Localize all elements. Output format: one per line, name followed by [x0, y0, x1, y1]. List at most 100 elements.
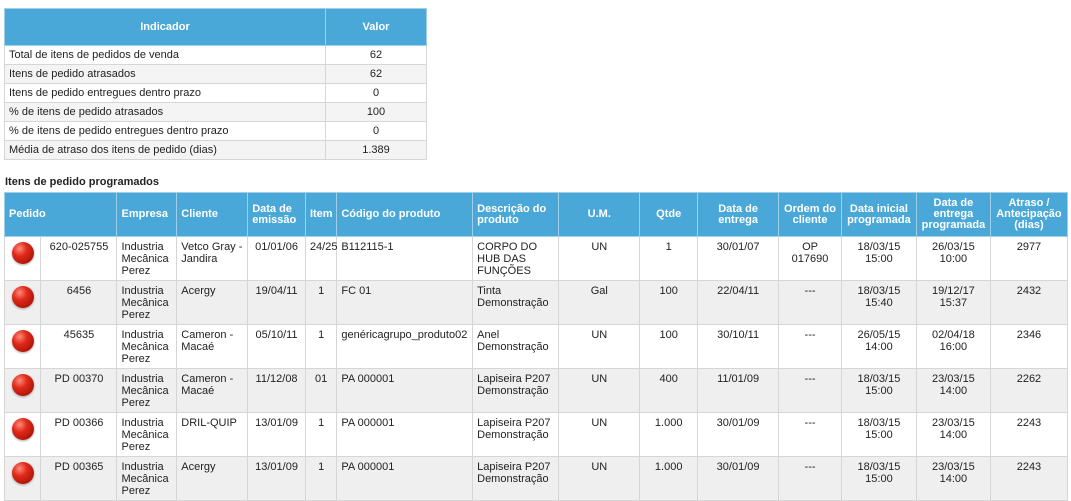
col-pedido[interactable]: Pedido: [3, 192, 118, 237]
table-row[interactable]: 45635 Industria Mecânica Perez Cameron - M…: [3, 324, 1069, 369]
indicator-row: Média de atraso dos itens de pedido (dia…: [4, 140, 427, 160]
table-row[interactable]: 620-025755 Industria Mecânica Perez Vetco …: [3, 236, 1069, 281]
cell-product-code: B112115-1: [336, 236, 474, 281]
status-cell: [3, 324, 42, 369]
cell-client: Acergy: [176, 280, 249, 325]
col-qtde[interactable]: Qtde: [639, 192, 699, 237]
cell-company: Industria Mecânica Perez: [116, 236, 178, 281]
col-cliente[interactable]: Cliente: [176, 192, 249, 237]
cell-company: Industria Mecânica Perez: [116, 324, 178, 369]
cell-delay-days: 2432: [989, 280, 1069, 325]
status-red-icon: [11, 286, 34, 308]
status-red-icon: [11, 462, 34, 484]
cell-product-code: PA 000001: [336, 412, 474, 457]
cell-product-code: genéricagrupo_produto02: [336, 324, 474, 369]
table-row[interactable]: 6456 Industria Mecânica Perez Acergy 19/04/…: [3, 280, 1069, 325]
col-data-entrega-programada[interactable]: Data de entrega programada: [915, 192, 991, 237]
cell-delivery-date: 30/01/09: [697, 412, 780, 457]
status-red-icon: [11, 374, 34, 396]
cell-scheduled-delivery: 23/03/15 14:00: [915, 456, 991, 501]
cell-unit: UN: [558, 412, 641, 457]
cell-scheduled-start: 18/03/15 15:00: [840, 456, 917, 501]
table-row[interactable]: PD 00365 Industria Mecânica Perez Acergy 13…: [3, 456, 1069, 501]
cell-issue-date: 01/01/06: [247, 236, 306, 281]
cell-unit: UN: [558, 456, 641, 501]
cell-issue-date: 11/12/08: [247, 368, 306, 413]
indicator-value: 1.389: [325, 140, 427, 160]
cell-company: Industria Mecânica Perez: [116, 412, 178, 457]
cell-delay-days: 2243: [989, 412, 1069, 457]
col-descricao-produto[interactable]: Descrição do produto: [472, 192, 560, 237]
cell-delivery-date: 22/04/11: [697, 280, 780, 325]
status-cell: [3, 236, 42, 281]
cell-delivery-date: 30/01/09: [697, 456, 780, 501]
cell-quantity: 100: [639, 324, 699, 369]
col-empresa[interactable]: Empresa: [116, 192, 178, 237]
col-um[interactable]: U.M.: [558, 192, 641, 237]
cell-client-order: ---: [778, 412, 842, 457]
cell-product-description: Lapiseira P207 Demonstração: [472, 412, 560, 457]
cell-quantity: 1.000: [639, 412, 699, 457]
cell-delay-days: 2346: [989, 324, 1069, 369]
indicator-label: Itens de pedido atrasados: [4, 64, 326, 84]
status-cell: [3, 368, 42, 413]
cell-client: Acergy: [176, 456, 249, 501]
cell-scheduled-delivery: 26/03/15 10:00: [915, 236, 991, 281]
col-data-emissao[interactable]: Data de emissão: [247, 192, 306, 237]
cell-company: Industria Mecânica Perez: [116, 456, 178, 501]
cell-client: Cameron - Macaé: [176, 368, 249, 413]
cell-unit: Gal: [558, 280, 641, 325]
cell-quantity: 400: [639, 368, 699, 413]
cell-scheduled-start: 18/03/15 15:00: [840, 368, 917, 413]
cell-client-order: ---: [778, 456, 842, 501]
cell-product-code: PA 000001: [336, 368, 474, 413]
cell-scheduled-delivery: 19/12/17 15:37: [915, 280, 991, 325]
cell-client-order: ---: [778, 280, 842, 325]
status-cell: [3, 412, 42, 457]
cell-item-number: 1: [304, 324, 338, 369]
cell-item-number: 1: [304, 412, 338, 457]
cell-delivery-date: 30/10/11: [697, 324, 780, 369]
value-header: Valor: [325, 8, 427, 46]
indicator-value: 62: [325, 64, 427, 84]
cell-product-description: Lapiseira P207 Demonstração: [472, 456, 560, 501]
cell-unit: UN: [558, 236, 641, 281]
cell-item-number: 01: [304, 368, 338, 413]
cell-item-number: 1: [304, 280, 338, 325]
cell-order-number: 6456: [40, 280, 118, 325]
indicator-value: 62: [325, 45, 427, 65]
cell-quantity: 100: [639, 280, 699, 325]
cell-client: DRIL-QUIP: [176, 412, 249, 457]
status-red-icon: [11, 418, 34, 440]
indicator-label: % de itens de pedido atrasados: [4, 102, 326, 122]
cell-product-description: Tinta Demonstração: [472, 280, 560, 325]
cell-order-number: 45635: [40, 324, 118, 369]
indicator-table: Indicador Valor Total de itens de pedido…: [4, 8, 427, 160]
cell-order-number: PD 00366: [40, 412, 118, 457]
col-data-entrega[interactable]: Data de entrega: [697, 192, 780, 237]
cell-product-description: Lapiseira P207 Demonstração: [472, 368, 560, 413]
col-item[interactable]: Item: [304, 192, 338, 237]
status-cell: [3, 456, 42, 501]
indicator-row: Itens de pedido entregues dentro prazo 0: [4, 83, 427, 103]
cell-product-description: CORPO DO HUB DAS FUNÇÕES: [472, 236, 560, 281]
indicator-value: 100: [325, 102, 427, 122]
status-red-icon: [11, 330, 34, 352]
cell-item-number: 24/25: [304, 236, 337, 281]
indicator-label: Média de atraso dos itens de pedido (dia…: [4, 140, 326, 160]
table-row[interactable]: PD 00370 Industria Mecânica Perez Cameron …: [3, 368, 1069, 413]
cell-delay-days: 2262: [989, 368, 1069, 413]
cell-order-number: 620-025755: [40, 236, 118, 281]
cell-unit: UN: [558, 324, 641, 369]
section-title: Itens de pedido programados: [5, 176, 160, 188]
cell-issue-date: 05/10/11: [247, 324, 306, 369]
cell-client: Vetco Gray - Jandira: [176, 236, 249, 281]
cell-client-order: OP 017690: [778, 236, 842, 281]
cell-product-code: PA 000001: [336, 456, 474, 501]
col-data-inicial[interactable]: Data inicial programada: [840, 192, 917, 237]
col-ordem-cliente[interactable]: Ordem do cliente: [778, 192, 842, 237]
table-row[interactable]: PD 00366 Industria Mecânica Perez DRIL-QUI…: [3, 412, 1069, 457]
col-atraso[interactable]: Atraso / Antecipação (dias): [989, 192, 1069, 237]
col-codigo-produto[interactable]: Código do produto: [336, 192, 474, 237]
cell-order-number: PD 00370: [40, 368, 118, 413]
